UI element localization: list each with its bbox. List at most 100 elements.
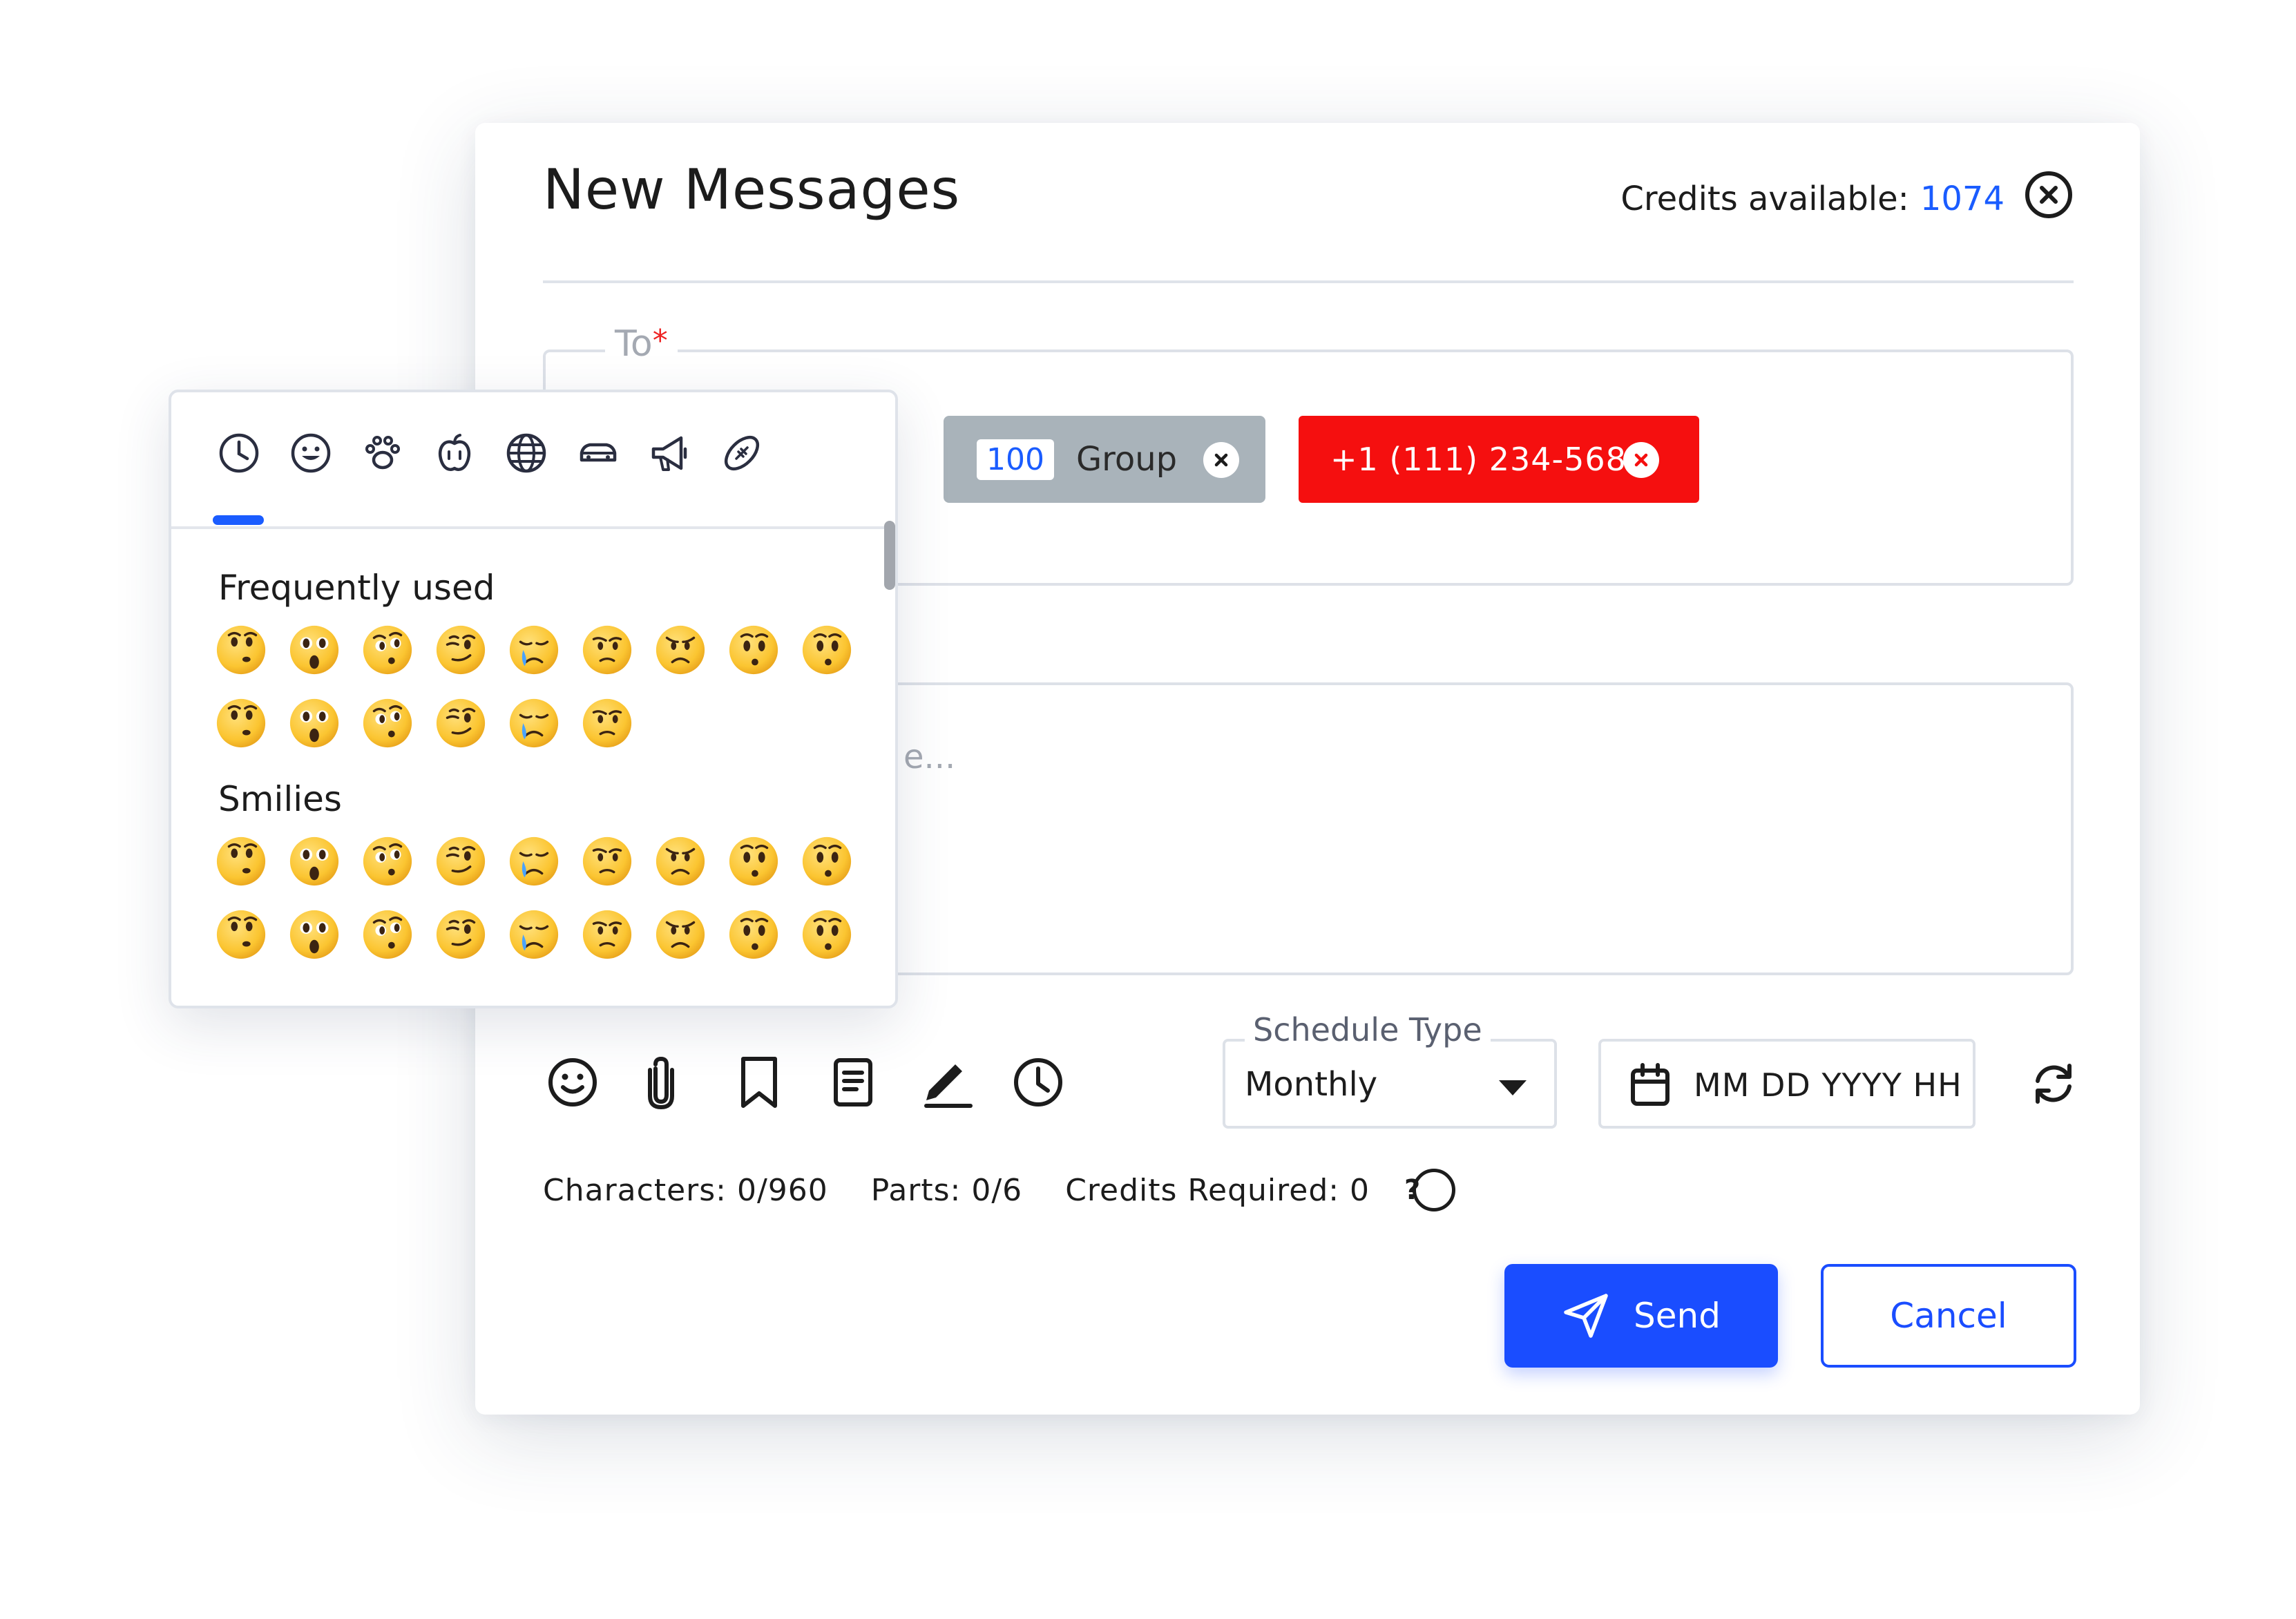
- date-placeholder: MM DD YYYY HH: [1694, 1066, 1962, 1104]
- emoji-frown[interactable]: [653, 908, 707, 961]
- emoji-wink[interactable]: [434, 623, 488, 677]
- car-icon: [580, 443, 617, 462]
- globe-icon: [506, 433, 546, 473]
- emoji-frown[interactable]: [653, 834, 707, 888]
- emoji-shocked[interactable]: [287, 908, 341, 961]
- emoji-frown[interactable]: [653, 623, 707, 677]
- emoji-button[interactable]: [542, 1051, 604, 1113]
- section-title-frequently-used: Frequently used: [218, 568, 495, 608]
- remove-chip-button[interactable]: [1203, 442, 1239, 478]
- category-tab-sports[interactable]: [714, 425, 769, 481]
- emoji-wink[interactable]: [434, 696, 488, 750]
- to-label: To*: [605, 323, 678, 365]
- send-icon: [1564, 1294, 1608, 1338]
- emoji-worried[interactable]: [580, 908, 634, 961]
- emoji-surprised-eyes[interactable]: [361, 908, 414, 961]
- category-tab-recent[interactable]: [211, 425, 267, 481]
- required-mark: *: [652, 323, 668, 358]
- emoji-crying[interactable]: [507, 696, 561, 750]
- calendar-icon: [1631, 1063, 1670, 1106]
- category-tab-food[interactable]: [427, 425, 482, 481]
- to-label-text: To: [615, 323, 653, 365]
- refresh-button[interactable]: [2022, 1053, 2085, 1115]
- close-icon: [1634, 453, 1648, 467]
- chevron-down-icon: [1499, 1080, 1527, 1095]
- emoji-shocked[interactable]: [287, 834, 341, 888]
- category-tab-activities[interactable]: [642, 425, 698, 481]
- message-placeholder-text: e...: [903, 738, 956, 776]
- header-divider: [543, 280, 2074, 283]
- bookmark-button[interactable]: [728, 1051, 790, 1113]
- category-tab-vehicles[interactable]: [571, 425, 626, 481]
- schedule-type-select[interactable]: Schedule Type Monthly: [1223, 1011, 1557, 1129]
- emoji-row: [214, 908, 854, 961]
- send-button[interactable]: Send: [1504, 1264, 1778, 1368]
- attachment-icon: [648, 1056, 674, 1110]
- close-button[interactable]: [2025, 171, 2072, 218]
- page-title: New Messages: [543, 157, 961, 222]
- credits-value: 1074: [1920, 180, 2005, 218]
- emoji-eyes-up[interactable]: [214, 623, 268, 677]
- remove-chip-button[interactable]: [1623, 442, 1659, 478]
- emoji-eyes-up[interactable]: [214, 834, 268, 888]
- help-symbol: ?: [1404, 1174, 1422, 1206]
- emoji-crying[interactable]: [507, 834, 561, 888]
- schedule-type-value: Monthly: [1245, 1065, 1378, 1104]
- date-input[interactable]: MM DD YYYY HH: [1598, 1039, 1975, 1129]
- active-category-indicator: [213, 515, 264, 525]
- emoji-surprised-eyes[interactable]: [361, 834, 414, 888]
- close-icon: [1214, 453, 1228, 467]
- emoji-crying[interactable]: [507, 623, 561, 677]
- picker-scrollbar[interactable]: [884, 521, 895, 590]
- emoji-wink[interactable]: [434, 908, 488, 961]
- recent-icon: [219, 433, 259, 473]
- characters-count: Characters: 0/960: [543, 1172, 828, 1208]
- emoji-shocked[interactable]: [287, 623, 341, 677]
- emoji-surprised-eyes[interactable]: [361, 623, 414, 677]
- emoji-worried[interactable]: [580, 623, 634, 677]
- emoji-hushed[interactable]: [800, 834, 854, 888]
- credits-label: Credits available:: [1620, 180, 1909, 218]
- emoji-row: [214, 834, 854, 888]
- template-button[interactable]: [822, 1051, 884, 1113]
- schedule-type-label: Schedule Type: [1245, 1011, 1491, 1048]
- emoji-row: [214, 623, 854, 677]
- section-title-smilies: Smilies: [218, 779, 342, 819]
- group-count-badge: 100: [977, 439, 1054, 480]
- template-icon: [834, 1058, 872, 1107]
- emoji-worried[interactable]: [580, 696, 634, 750]
- emoji-crying[interactable]: [507, 908, 561, 961]
- emoji-surprised-eyes[interactable]: [361, 696, 414, 750]
- clock-icon: [1014, 1058, 1062, 1107]
- attach-button[interactable]: [630, 1051, 692, 1113]
- emoji-eyes-up[interactable]: [214, 696, 268, 750]
- parts-count: Parts: 0/6: [870, 1172, 1023, 1208]
- category-tab-animals[interactable]: [355, 425, 410, 481]
- football-icon: [724, 435, 760, 471]
- emoji-hushed[interactable]: [727, 908, 781, 961]
- emoji-shocked[interactable]: [287, 696, 341, 750]
- emoji-row: [214, 696, 634, 750]
- help-icon[interactable]: ?: [1404, 1169, 1456, 1211]
- recipient-chip-group[interactable]: 100 Group: [944, 416, 1265, 503]
- phone-chip-label: +1 (111) 234-5688: [1330, 441, 1648, 478]
- emoji-icon: [548, 1058, 597, 1107]
- signature-button[interactable]: [916, 1051, 978, 1113]
- recipient-chip-phone[interactable]: +1 (111) 234-5688: [1299, 416, 1699, 503]
- schedule-clock-button[interactable]: [1007, 1051, 1069, 1113]
- emoji-eyes-up[interactable]: [214, 908, 268, 961]
- emoji-hushed[interactable]: [800, 908, 854, 961]
- group-chip-label: Group: [1075, 440, 1178, 479]
- emoji-worried[interactable]: [580, 834, 634, 888]
- emoji-hushed[interactable]: [727, 623, 781, 677]
- paw-icon: [365, 436, 400, 470]
- emoji-hushed[interactable]: [800, 623, 854, 677]
- emoji-picker: Frequently used Smilies: [169, 390, 898, 1008]
- category-tab-travel[interactable]: [499, 425, 554, 481]
- megaphone-icon: [651, 436, 687, 471]
- emoji-hushed[interactable]: [727, 834, 781, 888]
- category-tab-smileys[interactable]: [283, 425, 338, 481]
- cancel-button[interactable]: Cancel: [1821, 1264, 2076, 1368]
- emoji-wink[interactable]: [434, 834, 488, 888]
- send-label: Send: [1634, 1296, 1721, 1336]
